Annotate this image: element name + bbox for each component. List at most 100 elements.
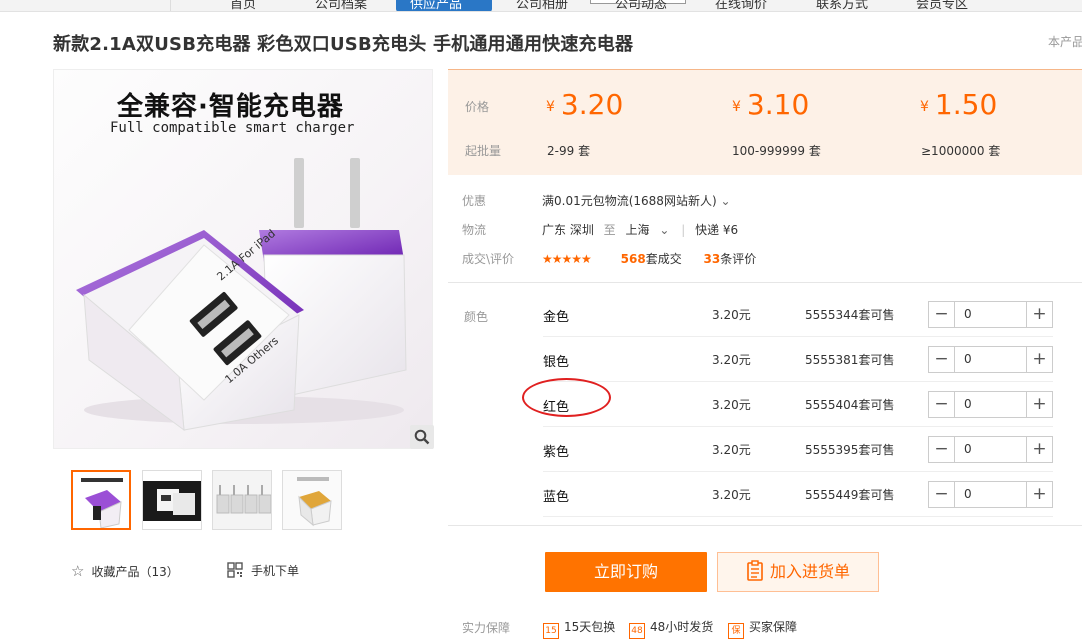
logistics-value: 广东 深圳 至 上海 ⌄ | 快递 ¥6 xyxy=(542,221,738,238)
nav-item-home[interactable]: 首页 xyxy=(230,0,256,11)
sku-name: 银色 xyxy=(543,355,570,370)
sku-row-blue: 蓝色 3.20元 5555449套可售 − 0 + xyxy=(543,472,1053,517)
shipping-48-icon: 48 xyxy=(629,623,645,639)
main-product-image[interactable]: 全兼容·智能充电器 Full compatible smart charger xyxy=(53,69,433,449)
right-note: 本产品 xyxy=(1048,35,1082,49)
chevron-down-icon: ⌄ xyxy=(659,223,670,237)
sku-stock: 5555404套可售 xyxy=(805,398,895,412)
favorite-product-button[interactable]: ☆ 收藏产品（13） xyxy=(71,562,179,580)
chevron-down-icon: ⌄ xyxy=(720,194,731,208)
guarantee-48h: 48 48小时发货 xyxy=(629,618,713,639)
guarantee-buyer: 保买家保障 xyxy=(728,618,797,639)
increment-button[interactable]: + xyxy=(1026,482,1052,507)
deal-value: ★★★★★ 568套成交 33条评价 xyxy=(542,250,756,267)
sku-row-gold: 金色 3.20元 5555344套可售 − 0 + xyxy=(543,292,1053,337)
separator xyxy=(448,525,1082,526)
nav-item-company-profile[interactable]: 公司档案 xyxy=(315,0,367,11)
to-word: 至 xyxy=(603,223,616,237)
sku-price: 3.20元 xyxy=(712,443,751,457)
sku-price: 3.20元 xyxy=(712,488,751,502)
quantity-input[interactable]: 0 xyxy=(956,347,1026,372)
price-tier-1: ¥3.20 xyxy=(546,88,624,121)
quantity-input[interactable]: 0 xyxy=(956,392,1026,417)
price-tier-2: ¥3.10 xyxy=(732,88,810,121)
increment-button[interactable]: + xyxy=(1026,347,1052,372)
promo-label: 优惠 xyxy=(462,194,487,208)
range-tier-3: ≥1000000 套 xyxy=(921,144,1001,158)
sku-name: 蓝色 xyxy=(543,490,570,505)
magnifier-icon xyxy=(414,429,430,445)
range-tier-2: 100-999999 套 xyxy=(732,144,821,158)
exchange-15-icon: 15 xyxy=(543,623,559,639)
nav-item-inquiry[interactable]: 在线询价 xyxy=(715,0,767,11)
nav-item-products[interactable]: 供应产品 xyxy=(396,0,492,11)
deal-label: 成交\评价 xyxy=(462,252,515,266)
decrement-button[interactable]: − xyxy=(929,482,955,507)
destination-select[interactable]: 上海 ⌄ xyxy=(626,223,678,237)
sku-stock: 5555381套可售 xyxy=(805,353,895,367)
star-outline-icon: ☆ xyxy=(71,562,85,580)
thumbnail-1[interactable] xyxy=(71,470,131,530)
quantity-stepper: − 0 + xyxy=(928,391,1053,418)
shipping-fee: 快递 ¥6 xyxy=(695,223,739,237)
sku-name: 金色 xyxy=(543,310,570,325)
guarantee-15day: 15 15天包换 xyxy=(543,618,615,639)
zoom-button[interactable] xyxy=(410,425,434,449)
annotation-circle xyxy=(522,378,611,417)
color-label: 颜色 xyxy=(464,310,489,324)
sku-stock: 5555395套可售 xyxy=(805,443,895,457)
quantity-stepper: − 0 + xyxy=(928,436,1053,463)
add-to-list-button[interactable]: 加入进货单 xyxy=(717,552,879,592)
sku-stock: 5555344套可售 xyxy=(805,308,895,322)
decrement-button[interactable]: − xyxy=(929,437,955,462)
top-nav: 首页 公司档案 供应产品 公司相册 公司动态 在线询价 联系方式 会员专区 xyxy=(0,0,1082,12)
quantity-stepper: − 0 + xyxy=(928,481,1053,508)
sku-price: 3.20元 xyxy=(712,398,751,412)
price-label: 价格 xyxy=(465,100,490,114)
buyer-protection-icon: 保 xyxy=(728,623,744,639)
price-panel: 价格 起批量 ¥3.20 2-99 套 ¥3.10 100-999999 套 ¥… xyxy=(448,69,1082,175)
mobile-order-button[interactable]: 手机下单 xyxy=(227,562,299,579)
clipboard-icon xyxy=(747,560,763,581)
nav-item-contact[interactable]: 联系方式 xyxy=(816,0,868,11)
sku-row-purple: 紫色 3.20元 5555395套可售 − 0 + xyxy=(543,427,1053,472)
quantity-stepper: − 0 + xyxy=(928,346,1053,373)
promo-value[interactable]: 满0.01元包物流(1688网站新人) ⌄ xyxy=(542,192,731,209)
sku-stock: 5555449套可售 xyxy=(805,488,895,502)
qr-code-icon xyxy=(227,562,243,578)
nav-item-news[interactable]: 公司动态 xyxy=(615,0,667,11)
decrement-button[interactable]: − xyxy=(929,302,955,327)
min-order-label: 起批量 xyxy=(465,144,502,158)
nav-divider xyxy=(170,0,171,11)
product-title: 新款2.1A双USB充电器 彩色双口USB充电头 手机通用通用快速充电器 xyxy=(53,34,634,55)
reviews-count[interactable]: 33条评价 xyxy=(704,252,757,266)
price-tier-3: ¥1.50 xyxy=(920,88,998,121)
thumbnail-3[interactable] xyxy=(212,470,272,530)
sku-price: 3.20元 xyxy=(712,353,751,367)
rating-stars-icon: ★★★★★ xyxy=(542,252,592,266)
decrement-button[interactable]: − xyxy=(929,392,955,417)
range-tier-1: 2-99 套 xyxy=(547,144,591,158)
nav-item-member[interactable]: 会员专区 xyxy=(916,0,968,11)
separator xyxy=(448,282,1082,283)
logistics-label: 物流 xyxy=(462,223,487,237)
guarantee-label: 实力保障 xyxy=(462,621,511,635)
sku-row-silver: 银色 3.20元 5555381套可售 − 0 + xyxy=(543,337,1053,382)
quantity-input[interactable]: 0 xyxy=(956,302,1026,327)
increment-button[interactable]: + xyxy=(1026,437,1052,462)
thumbnail-4[interactable] xyxy=(282,470,342,530)
buy-now-button[interactable]: 立即订购 xyxy=(545,552,707,592)
increment-button[interactable]: + xyxy=(1026,302,1052,327)
sku-row-red: 红色 3.20元 5555404套可售 − 0 + xyxy=(543,382,1053,427)
sku-price: 3.20元 xyxy=(712,308,751,322)
decrement-button[interactable]: − xyxy=(929,347,955,372)
divider: | xyxy=(681,223,686,237)
deals-count[interactable]: 568套成交 xyxy=(621,252,682,266)
quantity-input[interactable]: 0 xyxy=(956,482,1026,507)
charger-illustration: 2.1A For iPad 1.0A Others xyxy=(76,158,407,432)
quantity-stepper: − 0 + xyxy=(928,301,1053,328)
increment-button[interactable]: + xyxy=(1026,392,1052,417)
quantity-input[interactable]: 0 xyxy=(956,437,1026,462)
nav-item-album[interactable]: 公司相册 xyxy=(516,0,568,11)
thumbnail-2[interactable] xyxy=(142,470,202,530)
